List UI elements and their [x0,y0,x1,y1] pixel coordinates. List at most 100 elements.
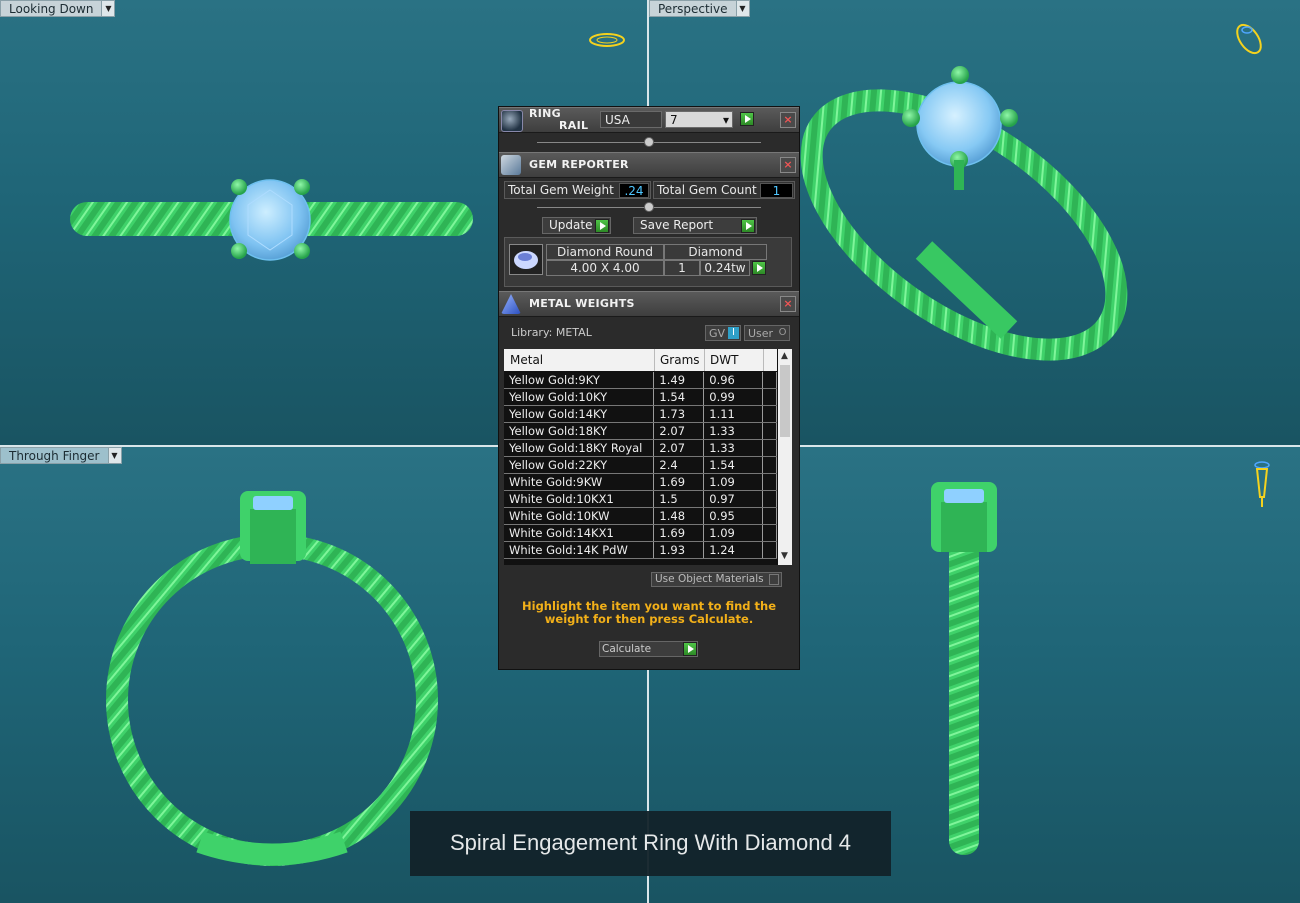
metal-name: White Gold:10KX1 [504,490,655,508]
gem-row[interactable]: Diamond Round 4.00 X 4.00 Diamond 1 0.24… [509,244,771,277]
scroll-down-icon[interactable]: ▼ [781,551,788,561]
metal-name: Yellow Gold:22KY [504,456,655,474]
metal-dwt: 1.09 [703,473,764,491]
metal-grams: 2.07 [653,422,705,440]
play-icon [741,219,755,233]
row-spacer [762,473,777,491]
chevron-down-icon[interactable]: ▼ [736,0,750,17]
metal-name: White Gold:14K PdW [504,541,655,559]
chevron-down-icon[interactable]: ▼ [108,447,122,464]
viewport-label-through-finger[interactable]: Through Finger ▼ [0,447,122,464]
metal-dwt: 1.33 [703,439,764,457]
gem-weight: 0.24tw [700,260,750,276]
metal-grams: 1.93 [653,541,705,559]
total-gem-weight-box: Total Gem Weight .24 [504,181,651,199]
metal-dwt: 1.33 [703,422,764,440]
save-report-label: Save Report [640,218,714,232]
table-row[interactable]: White Gold:10KW 1.48 0.95 [504,507,777,525]
row-spacer [762,422,777,440]
ring-rail-slider-knob[interactable] [644,137,654,147]
table-row[interactable]: Yellow Gold:18KY Royal 2.07 1.33 [504,439,777,457]
scroll-thumb[interactable] [780,365,790,437]
user-toggle[interactable]: User O [744,325,790,341]
gv-indicator: I [728,327,739,339]
table-row[interactable]: Yellow Gold:14KY 1.73 1.11 [504,405,777,423]
gem-reporter-icon [501,155,521,175]
row-spacer [762,388,777,406]
ring-rail-apply-button[interactable] [740,112,754,126]
scroll-up-icon[interactable]: ▲ [781,351,788,361]
total-gem-weight-label: Total Gem Weight [508,183,614,197]
column-header-metal: Metal [510,353,544,367]
row-spacer [762,490,777,508]
metal-grams: 1.49 [653,372,705,389]
ring-side-icon[interactable] [1253,459,1271,509]
viewport-label-perspective[interactable]: Perspective ▼ [649,0,750,17]
gem-type: Diamond [664,244,767,260]
user-indicator: O [778,327,787,338]
gem-reporter-title: GEM REPORTER [529,158,629,171]
update-button[interactable]: Update [542,217,611,234]
row-spacer [762,439,777,457]
gv-label: GV [709,327,726,340]
ring-size-value: 7 [670,113,678,127]
ring-view-icon[interactable] [588,32,626,48]
chevron-down-icon[interactable]: ▼ [102,0,116,17]
table-row[interactable]: Yellow Gold:22KY 2.4 1.54 [504,456,777,474]
metal-name: Yellow Gold:9KY [504,372,655,389]
column-header-grams: Grams [660,353,700,367]
total-gem-count-label: Total Gem Count [657,183,757,197]
size-system-field[interactable]: USA [600,111,662,128]
use-object-materials-label: Use Object Materials [655,573,764,585]
instruction-text: Highlight the item you want to find the … [522,599,776,626]
table-scrollbar[interactable]: ▲ ▼ [778,349,792,565]
row-spacer [762,405,777,423]
table-row[interactable]: White Gold:14KX1 1.69 1.09 [504,524,777,542]
viewport-label-looking-down[interactable]: Looking Down ▼ [0,0,116,17]
table-row[interactable]: White Gold:9KW 1.69 1.09 [504,473,777,491]
table-row[interactable]: Yellow Gold:10KY 1.54 0.99 [504,388,777,406]
close-icon[interactable]: × [780,157,796,173]
use-object-materials-toggle[interactable]: Use Object Materials [651,572,782,587]
metal-dwt: 1.54 [703,456,764,474]
play-icon [595,219,609,233]
calculate-button[interactable]: Calculate [599,641,698,657]
metal-weights-header: METAL WEIGHTS × [499,291,799,317]
play-icon [683,642,697,656]
ring-rail-title-2: RAIL [559,119,589,132]
update-label: Update [549,218,593,232]
metal-dwt: 1.24 [703,541,764,559]
ring-size-select[interactable]: 7 ▾ [665,111,733,128]
table-row[interactable]: White Gold:10KX1 1.5 0.97 [504,490,777,508]
chevron-down-icon: ▾ [722,113,729,127]
metal-dwt: 0.97 [703,490,764,508]
gem-shape: Diamond Round [546,244,664,260]
metal-grams: 2.4 [653,456,705,474]
table-row[interactable]: Yellow Gold:18KY 2.07 1.33 [504,422,777,440]
row-spacer [762,541,777,559]
metal-weights-table: Metal Grams DWT Yellow Gold:9KY 1.49 0.96 Y… [504,349,792,565]
close-icon[interactable]: × [780,112,796,128]
metal-dwt: 0.96 [703,372,764,389]
total-gem-count-value: 1 [760,183,793,198]
column-header-dwt: DWT [710,353,739,367]
table-row[interactable]: White Gold:14K PdW 1.93 1.24 [504,541,777,559]
gem-detail-button[interactable] [752,261,766,275]
gem-reporter-header: GEM REPORTER × [499,152,799,178]
save-report-button[interactable]: Save Report [633,217,757,234]
gem-count: 1 [664,260,700,276]
metal-grams: 1.54 [653,388,705,406]
gem-reporter-slider-knob[interactable] [644,202,654,212]
metal-name: White Gold:10KW [504,507,655,525]
metal-grams: 1.48 [653,507,705,525]
user-label: User [748,327,774,340]
metal-grams: 2.07 [653,439,705,457]
metal-grams: 1.69 [653,473,705,491]
table-row[interactable]: Yellow Gold:9KY 1.49 0.96 [504,372,777,389]
ring-perspective-icon[interactable] [1233,20,1265,58]
metal-dwt: 0.95 [703,507,764,525]
close-icon[interactable]: × [780,296,796,312]
gem-list: Diamond Round 4.00 X 4.00 Diamond 1 0.24… [504,237,792,287]
metal-dwt: 1.09 [703,524,764,542]
gv-toggle[interactable]: GV I [705,325,741,341]
